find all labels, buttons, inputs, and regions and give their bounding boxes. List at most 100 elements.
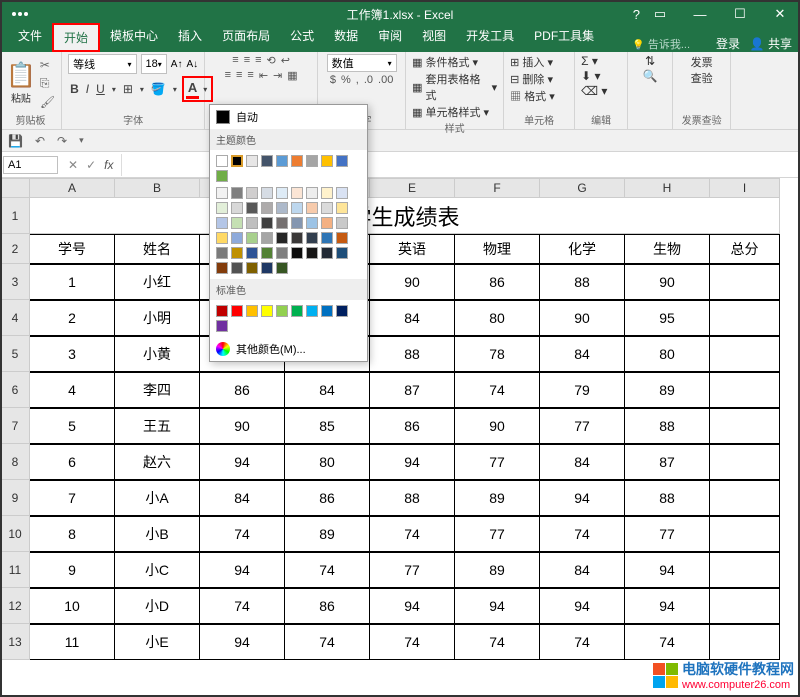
color-swatch[interactable] — [231, 217, 243, 229]
insert-cells-button[interactable]: ⊞ 插入 ▾ — [510, 54, 553, 70]
cell[interactable]: 小C — [115, 552, 200, 588]
color-swatch[interactable] — [291, 305, 303, 317]
cell[interactable]: 3 — [30, 336, 115, 372]
cell[interactable]: 89 — [455, 480, 540, 516]
share-button[interactable]: 👤 共享 — [750, 35, 792, 52]
color-swatch[interactable] — [216, 155, 228, 167]
col-header-A[interactable]: A — [30, 178, 115, 198]
increase-font-icon[interactable]: A↑ — [171, 59, 183, 70]
cell[interactable] — [710, 264, 780, 300]
help-icon[interactable]: ? — [633, 7, 640, 22]
color-swatch[interactable] — [216, 247, 228, 259]
cancel-formula-icon[interactable]: ✕ — [68, 158, 78, 172]
cell[interactable]: 8 — [30, 516, 115, 552]
cell[interactable]: 90 — [625, 264, 710, 300]
font-name-select[interactable]: 等线▾ — [68, 54, 136, 74]
cell[interactable]: 88 — [625, 408, 710, 444]
cell[interactable]: 总分 — [710, 234, 780, 264]
redo-icon[interactable]: ↷ — [57, 134, 67, 148]
color-swatch[interactable] — [336, 187, 348, 199]
col-header-E[interactable]: E — [370, 178, 455, 198]
color-swatch[interactable] — [261, 187, 273, 199]
color-swatch[interactable] — [231, 232, 243, 244]
decrease-decimal-icon[interactable]: .00 — [378, 74, 393, 86]
cell[interactable]: 学号 — [30, 234, 115, 264]
cell[interactable]: 小明 — [115, 300, 200, 336]
align-middle-icon[interactable]: ≡ — [244, 54, 250, 67]
delete-cells-button[interactable]: ⊟ 删除 ▾ — [510, 71, 553, 87]
color-swatch[interactable] — [231, 305, 243, 317]
color-swatch[interactable] — [276, 155, 288, 167]
cell[interactable]: 90 — [200, 408, 285, 444]
color-swatch[interactable] — [306, 247, 318, 259]
cell[interactable]: 7 — [30, 480, 115, 516]
row-header-7[interactable]: 7 — [0, 408, 30, 444]
cell[interactable]: 84 — [540, 336, 625, 372]
color-swatch[interactable] — [231, 187, 243, 199]
cell[interactable]: 11 — [30, 624, 115, 660]
cell[interactable]: 86 — [200, 372, 285, 408]
color-swatch[interactable] — [261, 217, 273, 229]
col-header-H[interactable]: H — [625, 178, 710, 198]
cell[interactable]: 89 — [455, 552, 540, 588]
cell[interactable] — [710, 588, 780, 624]
color-swatch[interactable] — [261, 155, 273, 167]
cell[interactable] — [710, 336, 780, 372]
color-swatch[interactable] — [216, 232, 228, 244]
minimize-icon[interactable]: — — [680, 0, 720, 28]
align-bottom-icon[interactable]: ≡ — [255, 54, 261, 67]
color-swatch[interactable] — [306, 232, 318, 244]
cell[interactable]: 94 — [540, 588, 625, 624]
row-header-1[interactable]: 1 — [0, 198, 30, 234]
more-colors-option[interactable]: 其他颜色(M)... — [210, 337, 367, 361]
cell[interactable]: 90 — [455, 408, 540, 444]
wrap-text-icon[interactable]: ↩ — [281, 54, 290, 67]
cell[interactable]: 84 — [540, 552, 625, 588]
format-cells-button[interactable]: ▦ 格式 ▾ — [510, 88, 555, 104]
row-header-4[interactable]: 4 — [0, 300, 30, 336]
tab-模板中心[interactable]: 模板中心 — [100, 23, 168, 52]
cell[interactable] — [710, 372, 780, 408]
color-swatch[interactable] — [276, 305, 288, 317]
color-swatch[interactable] — [306, 217, 318, 229]
color-swatch[interactable] — [306, 305, 318, 317]
select-all-corner[interactable] — [0, 178, 30, 198]
cell[interactable]: 86 — [285, 480, 370, 516]
tab-公式[interactable]: 公式 — [280, 23, 324, 52]
cell[interactable]: 学生成绩表 — [30, 198, 780, 234]
color-swatch[interactable] — [246, 305, 258, 317]
find-icon[interactable]: 🔍 — [643, 69, 658, 83]
color-swatch[interactable] — [291, 187, 303, 199]
color-auto-option[interactable]: 自动 — [210, 105, 367, 129]
cell[interactable]: 94 — [370, 588, 455, 624]
cell[interactable]: 94 — [625, 588, 710, 624]
sort-filter-icon[interactable]: ⇅ — [645, 54, 655, 68]
cell[interactable]: 74 — [285, 624, 370, 660]
cell[interactable]: 74 — [455, 624, 540, 660]
row-header-10[interactable]: 10 — [0, 516, 30, 552]
row-header-9[interactable]: 9 — [0, 480, 30, 516]
cell[interactable] — [710, 480, 780, 516]
tab-视图[interactable]: 视图 — [412, 23, 456, 52]
col-header-B[interactable]: B — [115, 178, 200, 198]
qat-dropdown-icon[interactable]: ▾ — [79, 135, 84, 146]
cell[interactable]: 94 — [200, 444, 285, 480]
cell[interactable] — [710, 516, 780, 552]
close-icon[interactable]: ✕ — [760, 0, 800, 28]
cell[interactable]: 77 — [455, 516, 540, 552]
cell[interactable]: 84 — [200, 480, 285, 516]
color-swatch[interactable] — [216, 170, 228, 182]
row-header-2[interactable]: 2 — [0, 234, 30, 264]
color-swatch[interactable] — [246, 187, 258, 199]
color-swatch[interactable] — [336, 305, 348, 317]
color-swatch[interactable] — [231, 202, 243, 214]
color-swatch[interactable] — [261, 262, 273, 274]
cell[interactable] — [710, 444, 780, 480]
cell[interactable]: 物理 — [455, 234, 540, 264]
tab-开始[interactable]: 开始 — [52, 23, 100, 52]
color-swatch[interactable] — [291, 202, 303, 214]
cell[interactable]: 化学 — [540, 234, 625, 264]
autosum-icon[interactable]: Σ ▾ — [581, 54, 598, 68]
cell[interactable]: 74 — [625, 624, 710, 660]
cell[interactable]: 小红 — [115, 264, 200, 300]
